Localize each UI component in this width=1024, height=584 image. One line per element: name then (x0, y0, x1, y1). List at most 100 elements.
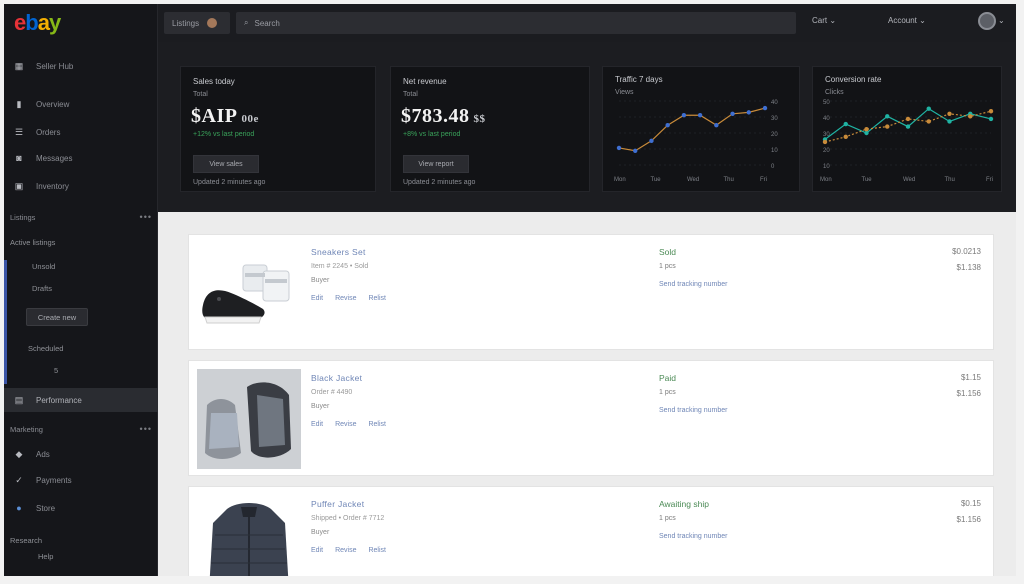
listing-title[interactable]: Black Jacket (311, 373, 362, 383)
card-value: $783.48 $$ (401, 105, 486, 128)
puffer-jacket-image (209, 503, 289, 576)
send-tracking-link[interactable]: Send tracking number (659, 281, 727, 288)
sidebar-section-marketing[interactable]: Marketing ••• (10, 422, 152, 436)
logo-letter-b: b (25, 10, 38, 35)
listing-price: $0.0213 (952, 247, 981, 256)
product-thumbnail[interactable] (197, 243, 301, 343)
sidebar-item-label: Messages (36, 153, 73, 163)
sidebar-item-label: Seller Hub (36, 61, 74, 71)
listing-title[interactable]: Sneakers Set (311, 247, 366, 257)
sidebar-footer-label[interactable]: Research (10, 536, 42, 545)
conversion-line-chart[interactable]: 50 40 30 20 10 Mon Tue Wed Thu Fri (813, 67, 1003, 193)
cart-menu[interactable]: Cart ⌄ (812, 16, 836, 25)
value-suffix: 00e (241, 113, 259, 125)
sidebar-group-label[interactable]: Active listings (10, 238, 55, 247)
account-menu[interactable]: Account ⌄ (888, 16, 926, 25)
filter-dropdown[interactable]: Listings (164, 12, 230, 34)
data-point (822, 139, 828, 145)
list-item[interactable]: Sneakers Set Item # 2245 • Sold Buyer Ed… (188, 234, 994, 350)
sidebar-item-inventory[interactable]: ▣ Inventory (4, 176, 158, 196)
search-input[interactable]: ⌕ Search (236, 12, 796, 34)
list-item[interactable]: Black Jacket Order # 4490 Buyer Edit Rev… (188, 360, 994, 476)
more-icon[interactable]: ••• (140, 212, 152, 222)
revise-link[interactable]: Revise (335, 421, 356, 428)
app-root: ebay ▦ Seller Hub ▮ Overview ☰ Orders ◙ … (0, 0, 1024, 584)
listing-price: $1.15 (960, 373, 981, 382)
sidebar-item-overview[interactable]: ▮ Overview (4, 94, 158, 114)
edit-link[interactable]: Edit (311, 295, 323, 302)
logo-letter-y: y (48, 10, 61, 35)
sidebar-item-payments[interactable]: ✓ Payments (4, 470, 158, 490)
chat-icon: ◙ (16, 153, 22, 163)
cart-label: Cart (812, 16, 828, 25)
listing-actions: Edit Revise Relist (311, 421, 386, 428)
more-icon[interactable]: ••• (140, 424, 152, 434)
data-point (681, 113, 687, 118)
value-suffix: $$ (473, 113, 486, 125)
relist-link[interactable]: Relist (368, 421, 386, 428)
chevron-down-icon: ⌄ (919, 16, 926, 25)
sidebar-sub-scheduled[interactable]: Scheduled (28, 344, 63, 353)
chevron-down-icon[interactable]: ⌄ (998, 16, 1005, 25)
data-point (947, 119, 952, 124)
x-tick-label: Mon (820, 177, 832, 183)
view-report-button[interactable]: View report (403, 155, 469, 173)
data-point (649, 138, 654, 144)
stat-card-revenue: Net revenue Total $783.48 $$ +8% vs last … (390, 66, 590, 192)
sneaker-image (202, 264, 290, 324)
listing-meta: Order # 4490 (311, 389, 353, 396)
sidebar-item-orders[interactable]: ☰ Orders (4, 122, 158, 142)
x-tick-label: Fri (986, 177, 993, 183)
listing-title[interactable]: Puffer Jacket (311, 499, 364, 509)
status-badge: Awaiting ship (659, 499, 709, 509)
traffic-line-chart[interactable]: 40 30 20 10 0 Mon Tue Wed Thu Fri (603, 67, 801, 193)
data-point (730, 111, 735, 116)
data-point (905, 124, 911, 129)
sidebar-active-row[interactable]: ▤ Performance (4, 390, 158, 410)
list-item[interactable]: Puffer Jacket Shipped • Order # 7712 Buy… (188, 486, 994, 576)
chart-card-traffic: Traffic 7 days Views 40 30 20 10 0 Mon Tue Wed T… (602, 66, 800, 192)
avatar[interactable] (978, 12, 996, 30)
sidebar-item-seller-hub[interactable]: ▦ Seller Hub (4, 56, 158, 76)
ebay-logo[interactable]: ebay (14, 10, 61, 36)
listing-buyer: Buyer (311, 277, 330, 284)
product-thumbnail[interactable] (197, 495, 301, 576)
data-point (905, 116, 911, 122)
sidebar-item-ads[interactable]: ◆ Ads (4, 444, 158, 464)
edit-link[interactable]: Edit (311, 421, 323, 428)
sidebar: ebay ▦ Seller Hub ▮ Overview ☰ Orders ◙ … (4, 4, 158, 576)
revise-link[interactable]: Revise (335, 295, 356, 302)
listings-panel: Sneakers Set Item # 2245 • Sold Buyer Ed… (158, 212, 1016, 576)
sidebar-item-label: Performance (36, 395, 82, 405)
data-point (988, 109, 994, 114)
revise-link[interactable]: Revise (335, 547, 356, 554)
sidebar-sub-unsold[interactable]: Unsold (32, 262, 55, 271)
top-bar: Listings ⌕ Search Cart ⌄ Account ⌄ ⌄ (158, 4, 1016, 42)
sidebar-section-listings[interactable]: Listings ••• (10, 210, 152, 224)
view-sales-button[interactable]: View sales (193, 155, 259, 173)
create-new-button[interactable]: Create new (26, 308, 88, 326)
search-placeholder: Search (254, 18, 280, 28)
send-tracking-link[interactable]: Send tracking number (659, 407, 727, 414)
sidebar-item-messages[interactable]: ◙ Messages (4, 148, 158, 168)
edit-link[interactable]: Edit (311, 547, 323, 554)
send-tracking-link[interactable]: Send tracking number (659, 533, 727, 540)
x-tick-label: Mon (614, 177, 626, 183)
sidebar-sub-drafts[interactable]: Drafts (32, 284, 52, 293)
product-thumbnail[interactable] (197, 369, 301, 469)
sidebar-footer-value[interactable]: Help (38, 552, 53, 561)
card-subtitle: Total (403, 91, 418, 98)
relist-link[interactable]: Relist (368, 295, 386, 302)
relist-link[interactable]: Relist (368, 547, 386, 554)
listing-buyer: Buyer (311, 529, 330, 536)
stat-card-sales: Sales today Total $AIP 00e +12% vs last p… (180, 66, 376, 192)
sidebar-item-label: Overview (36, 99, 70, 109)
section-label: Listings (10, 212, 36, 222)
sidebar-item-store[interactable]: ● Store (4, 498, 158, 518)
chart-card-conversion: Conversion rate Clicks 50 40 30 20 10 Mon Tue W… (812, 66, 1002, 192)
data-point (968, 114, 973, 119)
logo-letter-e: e (14, 10, 26, 35)
y-tick-label: 20 (771, 132, 778, 138)
store-icon: ● (16, 503, 22, 513)
data-point (762, 105, 768, 111)
